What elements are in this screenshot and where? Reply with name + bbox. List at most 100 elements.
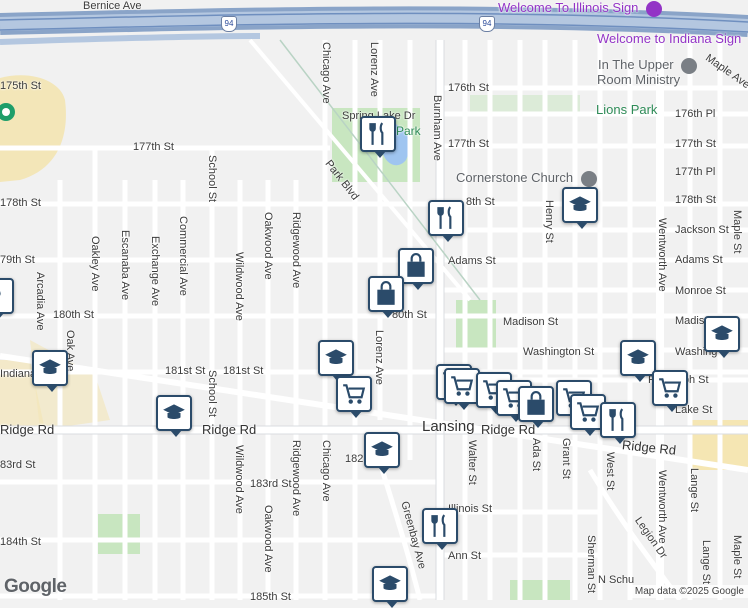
restaurant-icon [369,122,384,145]
church-icon [580,170,597,187]
restaurant-marker[interactable] [422,508,458,550]
restaurant-marker[interactable] [428,200,464,242]
school-marker[interactable] [32,350,68,392]
school-icon [379,575,401,590]
road-label: Arcadia Ave [34,272,46,331]
restaurant-icon [437,206,452,229]
road-label: Monroe St [675,285,726,297]
road-label: 175th St [0,80,41,92]
shopping-bag-icon [377,281,395,305]
road-label: Ridge Rd [202,422,257,437]
grocery-marker[interactable] [444,368,480,410]
poi-upper-room-line2: Room Ministry [597,72,681,87]
road-label: Wildwood Ave [233,445,245,514]
school-marker[interactable] [620,340,656,382]
road-label: Adams St [448,255,496,267]
road-label: Chicago Ave [320,42,332,104]
school-icon [371,441,393,456]
poi-label: In The Upper [598,57,674,72]
restaurant-icon [431,514,446,537]
city-label-lansing: Lansing [422,418,475,435]
road-label: School St [206,370,218,418]
road-label: 182 [345,453,364,465]
road-label: 8th St [466,196,495,208]
road-label: 176th St [448,82,489,94]
road-label: Madis [675,315,705,327]
road-label: 185th St [250,591,291,603]
road-label: Oakley Ave [89,236,101,292]
road-label: Washington St [523,346,595,358]
road-label: Adams St [675,254,723,266]
shopping-bag-marker[interactable] [518,386,554,428]
road-label: 176th Pl [675,108,716,120]
road-label: Oakwood Ave [262,212,274,280]
school-marker[interactable] [318,340,354,382]
google-logo: Google [4,576,67,597]
poi-label: Welcome to Indiana Sign [597,31,742,46]
interstate-shield: 94 [221,16,237,32]
road-label: Ridgewood Ave [290,212,302,289]
museum-icon [681,57,698,74]
road-label: Ann St [448,550,482,562]
road-label: 177th St [448,138,489,150]
school-marker[interactable] [364,432,400,474]
road-label: Lange St [700,540,712,585]
poi-welcome-illinois[interactable]: Welcome To Illinois Sign [498,0,663,17]
road-label: Lange St [688,468,700,513]
shopping-cart-icon [577,402,600,422]
road-label: Walter St [466,440,478,485]
restaurant-icon [609,408,624,431]
poi-park: Park [396,124,421,138]
road-label: Ridge Rd [481,422,536,437]
road-label: Madison St [503,316,559,328]
poi-lions-park[interactable]: Lions Park [596,102,657,117]
road-label: Sherman St [585,535,597,594]
road-label: 177th St [133,141,174,153]
road-label: 181st St [223,365,264,377]
parking-icon: P [0,288,1,308]
poi-welcome-indiana[interactable]: Welcome to Indiana Sign [597,31,741,46]
road-label: Burnham Ave [431,95,443,161]
grocery-marker[interactable] [336,376,372,418]
restaurant-marker[interactable] [360,116,396,158]
road-label: 181st St [165,365,206,377]
school-icon [39,359,61,374]
road-label: Grant St [560,438,572,479]
school-icon [627,349,649,364]
shopping-cart-icon [659,378,682,398]
road-label: Ridge Rd [0,422,55,437]
shopping-bag-marker[interactable] [368,276,404,318]
grocery-marker[interactable] [652,370,688,412]
school-marker[interactable] [372,566,408,608]
road-label: 180th St [53,309,94,321]
road-label: Lorenz Ave [373,330,385,385]
road-label: N Schu [598,574,635,586]
road-label: 178th St [0,197,41,209]
road-label: Commercial Ave [177,216,189,296]
shopping-bag-icon [527,391,545,415]
poi-cornerstone-church[interactable]: Cornerstone Church [456,170,597,187]
road-label: Escanaba Ave [119,230,131,301]
school-marker[interactable] [704,316,740,358]
road-label: Bernice Ave [83,0,142,12]
school-icon [569,196,591,211]
road-label: 183rd St [250,478,292,490]
shopping-cart-icon [451,376,474,396]
school-icon [163,404,185,419]
road-label: 178th St [675,194,716,206]
school-icon [711,325,733,340]
road-label: Oakwood Ave [262,505,274,573]
road-label: Wentworth Ave [656,218,668,292]
road-label: 79th St [0,254,35,266]
road-label: Wildwood Ave [233,252,245,321]
school-marker[interactable] [156,395,192,437]
road-label: Chicago Ave [320,440,332,502]
road-label: 184th St [0,536,41,548]
partial-marker[interactable]: P [0,278,14,320]
poi-label: Cornerstone Church [456,170,574,185]
road-label: Ridgewood Ave [290,440,302,517]
restaurant-marker[interactable] [600,402,636,444]
school-marker[interactable] [562,187,598,229]
interstate-shield: 94 [479,16,495,32]
road-label: West St [604,452,616,491]
